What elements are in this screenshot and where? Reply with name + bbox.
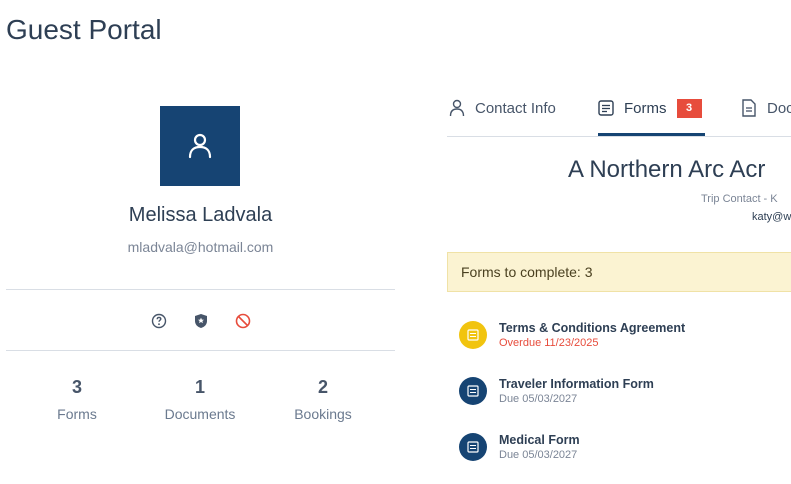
- help-button[interactable]: [147, 312, 171, 330]
- security-button[interactable]: [189, 312, 213, 330]
- form-item-medical[interactable]: Medical Form Due 05/03/2027: [459, 433, 789, 463]
- forms-to-complete-banner: Forms to complete: 3: [447, 252, 791, 292]
- stat-documents[interactable]: 1 Documents: [140, 377, 260, 422]
- form-due-date: Overdue 11/23/2025: [499, 337, 599, 349]
- form-due-date: Due 05/03/2027: [499, 449, 578, 461]
- stat-value: 1: [194, 377, 205, 397]
- stat-label: Documents: [164, 406, 236, 422]
- guest-name: Melissa Ladvala: [128, 204, 273, 226]
- divider: [6, 289, 395, 290]
- block-button[interactable]: [231, 312, 255, 330]
- tab-contact-info[interactable]: Contact Info: [449, 96, 556, 136]
- form-name[interactable]: Medical Form: [499, 433, 580, 447]
- shield-icon: [194, 314, 207, 328]
- stat-forms[interactable]: 3 Forms: [17, 377, 137, 422]
- guest-email: mladvala@hotmail.com: [127, 239, 274, 255]
- trip-contact: Trip Contact - K: [701, 193, 778, 205]
- page-title: Guest Portal: [6, 14, 162, 45]
- profile-actions: [6, 312, 395, 330]
- form-name[interactable]: Terms & Conditions Agreement: [499, 321, 685, 335]
- stat-label: Forms: [57, 406, 97, 422]
- stat-value: 2: [317, 377, 328, 397]
- forms-count-badge: 3: [676, 99, 702, 118]
- trip-contact-email[interactable]: katy@w: [752, 211, 791, 223]
- tab-forms[interactable]: Forms 3: [598, 96, 705, 136]
- avatar: [160, 106, 240, 186]
- form-icon: [459, 321, 487, 349]
- tab-label: Forms: [624, 100, 667, 117]
- trip-title: A Northern Arc Acr: [568, 156, 766, 183]
- form-icon: [598, 99, 614, 121]
- form-icon: [459, 377, 487, 405]
- user-icon: [188, 133, 212, 159]
- document-icon: [741, 99, 757, 121]
- form-due-date: Due 05/03/2027: [499, 393, 578, 405]
- person-icon: [449, 99, 465, 121]
- form-item-traveler-info[interactable]: Traveler Information Form Due 05/03/2027: [459, 377, 789, 407]
- stat-bookings[interactable]: 2 Bookings: [263, 377, 383, 422]
- tab-label: Doc: [767, 100, 791, 117]
- stat-value: 3: [71, 377, 82, 397]
- tab-bar: Contact Info Forms 3 Doc: [447, 96, 791, 137]
- block-icon: [235, 313, 250, 329]
- form-name[interactable]: Traveler Information Form: [499, 377, 654, 391]
- tab-documents[interactable]: Doc: [741, 96, 791, 136]
- divider: [6, 350, 395, 351]
- form-icon: [459, 433, 487, 461]
- stat-label: Bookings: [294, 406, 352, 422]
- help-icon: [151, 313, 166, 329]
- tab-label: Contact Info: [475, 100, 556, 117]
- form-item-terms[interactable]: Terms & Conditions Agreement Overdue 11/…: [459, 321, 789, 351]
